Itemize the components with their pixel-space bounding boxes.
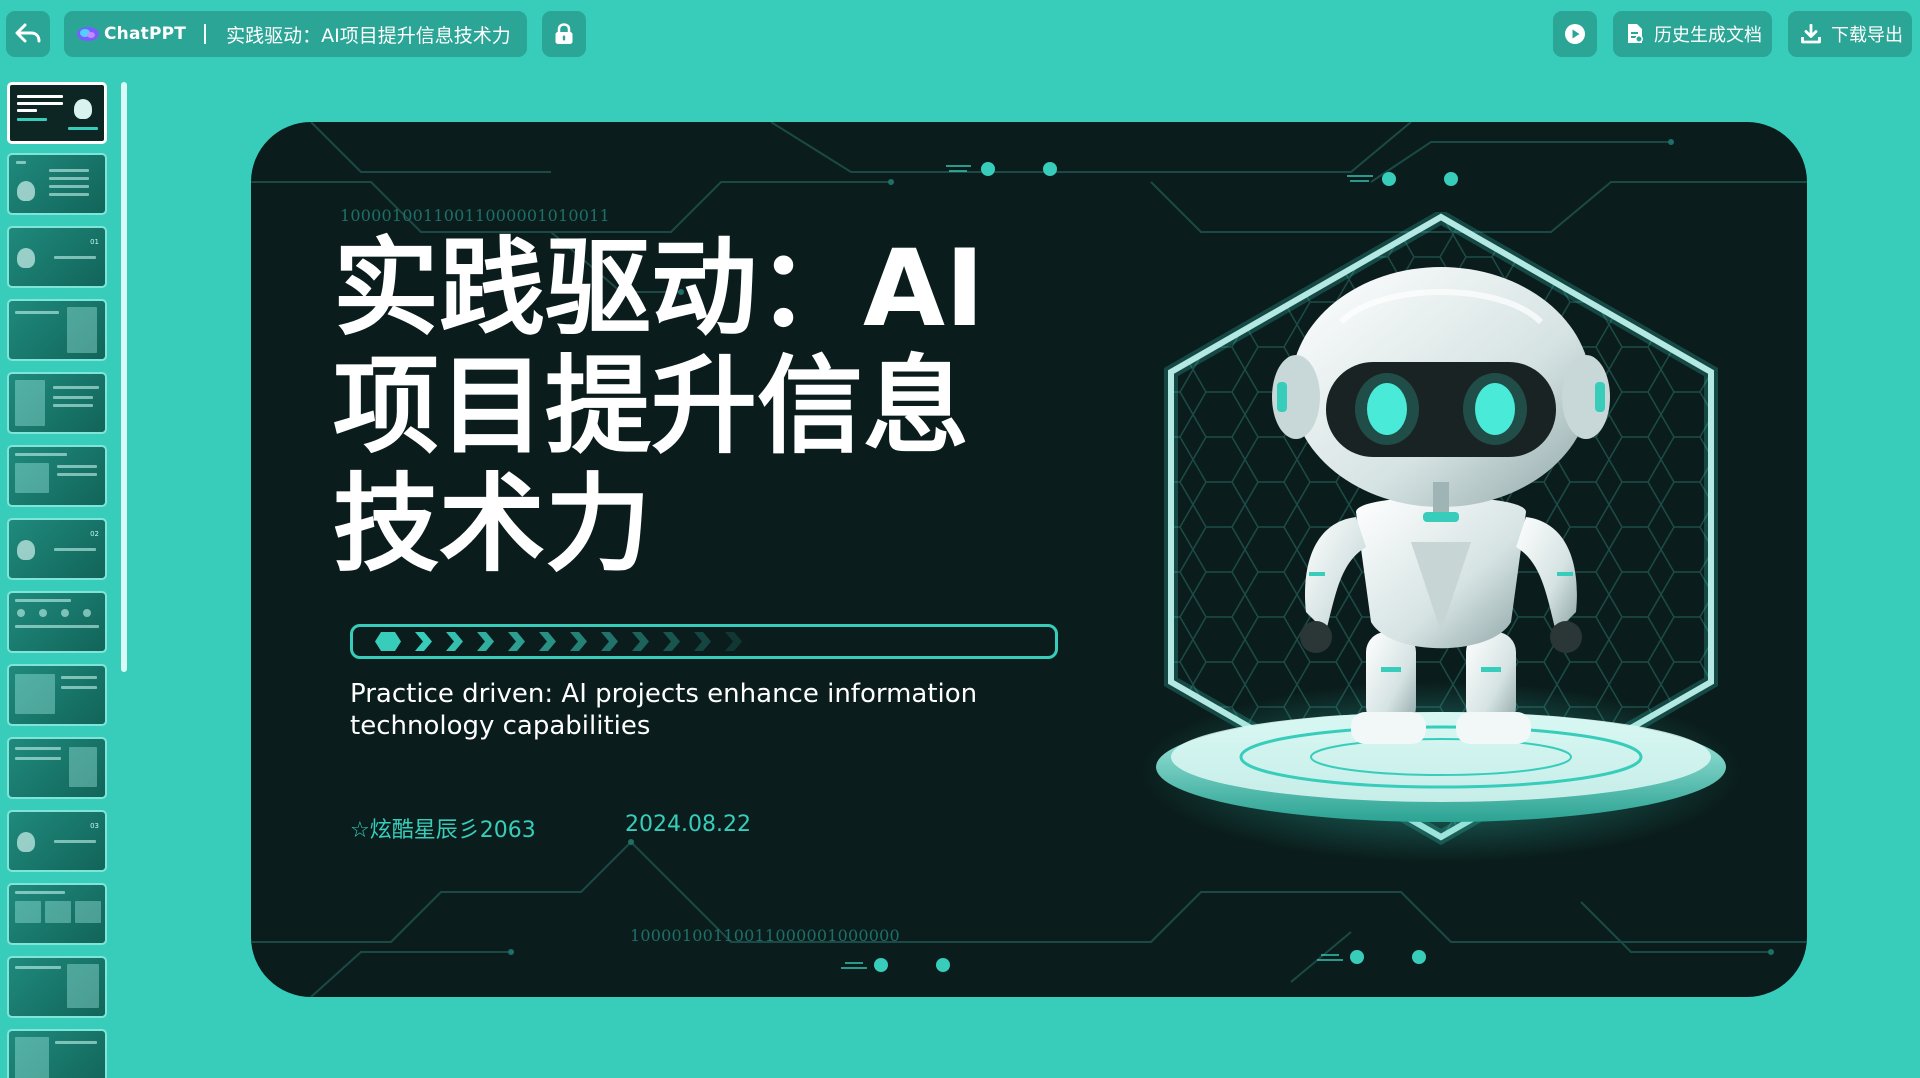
share-lock-button[interactable]: [542, 11, 586, 57]
slide-thumbnail-13[interactable]: [7, 956, 107, 1018]
back-button[interactable]: [6, 11, 50, 57]
download-icon: [1801, 24, 1821, 44]
slide-thumbnail-2[interactable]: [7, 153, 107, 215]
document-title: 实践驱动：AI项目提升信息技术力: [226, 24, 511, 47]
download-export-label: 下载导出: [1831, 25, 1903, 46]
slide-thumbnail-10[interactable]: [7, 737, 107, 799]
document-icon: [1626, 23, 1644, 45]
slide-subtitle[interactable]: Practice driven: AI projects enhance inf…: [350, 678, 1120, 742]
progress-chevron: [601, 632, 618, 651]
slide-thumbnail-7[interactable]: 02: [7, 518, 107, 580]
lock-share-icon: [554, 23, 574, 45]
top-toolbar: ChatPPT 实践驱动：AI项目提升信息技术力 历史生成文档 下载导出: [0, 0, 1920, 70]
slide-thumbnail-3[interactable]: 01: [7, 226, 107, 288]
slide-date[interactable]: 2024.08.22: [625, 812, 751, 837]
progress-chevron: [477, 632, 494, 651]
slide-canvas[interactable]: 10000100110011000001010011 1000010011001…: [251, 122, 1807, 997]
decorative-progress-bar: [350, 624, 1058, 659]
progress-chevron: [694, 632, 711, 651]
chatppt-logo-icon: [76, 25, 100, 43]
slide-thumbnail-6[interactable]: [7, 445, 107, 507]
slide-thumbnail-9[interactable]: [7, 664, 107, 726]
progress-chevron: [446, 632, 463, 651]
sidebar-scrollbar[interactable]: [121, 82, 127, 672]
progress-chevron: [539, 632, 556, 651]
download-export-button[interactable]: 下载导出: [1788, 11, 1912, 57]
slide-title[interactable]: 实践驱动：AI项目提升信息技术力: [333, 230, 1013, 584]
progress-chevron: [663, 632, 680, 651]
back-arrow-icon: [15, 23, 41, 45]
slide-thumbnail-4[interactable]: [7, 299, 107, 361]
slide-thumbnail-8[interactable]: [7, 591, 107, 653]
slide-thumbnail-5[interactable]: [7, 372, 107, 434]
present-play-button[interactable]: [1553, 11, 1597, 57]
slide-thumbnail-1[interactable]: [7, 82, 107, 144]
slide-thumbnail-12[interactable]: [7, 883, 107, 945]
history-documents-button[interactable]: 历史生成文档: [1613, 11, 1772, 57]
document-title-pill[interactable]: ChatPPT 实践驱动：AI项目提升信息技术力: [64, 11, 527, 57]
progress-chevron: [508, 632, 525, 651]
slide-thumbnail-list: 01 02 03: [4, 80, 114, 1078]
slide-author[interactable]: ☆炫酷星辰彡2063: [350, 812, 536, 844]
robot-illustration: [1141, 212, 1741, 862]
progress-chevron: [570, 632, 587, 651]
progress-chevron: [415, 632, 432, 651]
history-documents-label: 历史生成文档: [1654, 25, 1762, 46]
slide-thumbnail-11[interactable]: 03: [7, 810, 107, 872]
binary-code-bottom: 10000100110011000001000000: [630, 926, 900, 945]
progress-chevron: [725, 632, 742, 651]
chevron-arrows-icon: [375, 632, 742, 651]
play-icon: [1564, 23, 1586, 45]
title-divider: [204, 24, 207, 44]
progress-chevron: [632, 632, 649, 651]
brand-name: ChatPPT: [104, 24, 187, 44]
binary-code-top: 10000100110011000001010011: [340, 206, 610, 225]
slide-thumbnail-14[interactable]: [7, 1029, 107, 1078]
